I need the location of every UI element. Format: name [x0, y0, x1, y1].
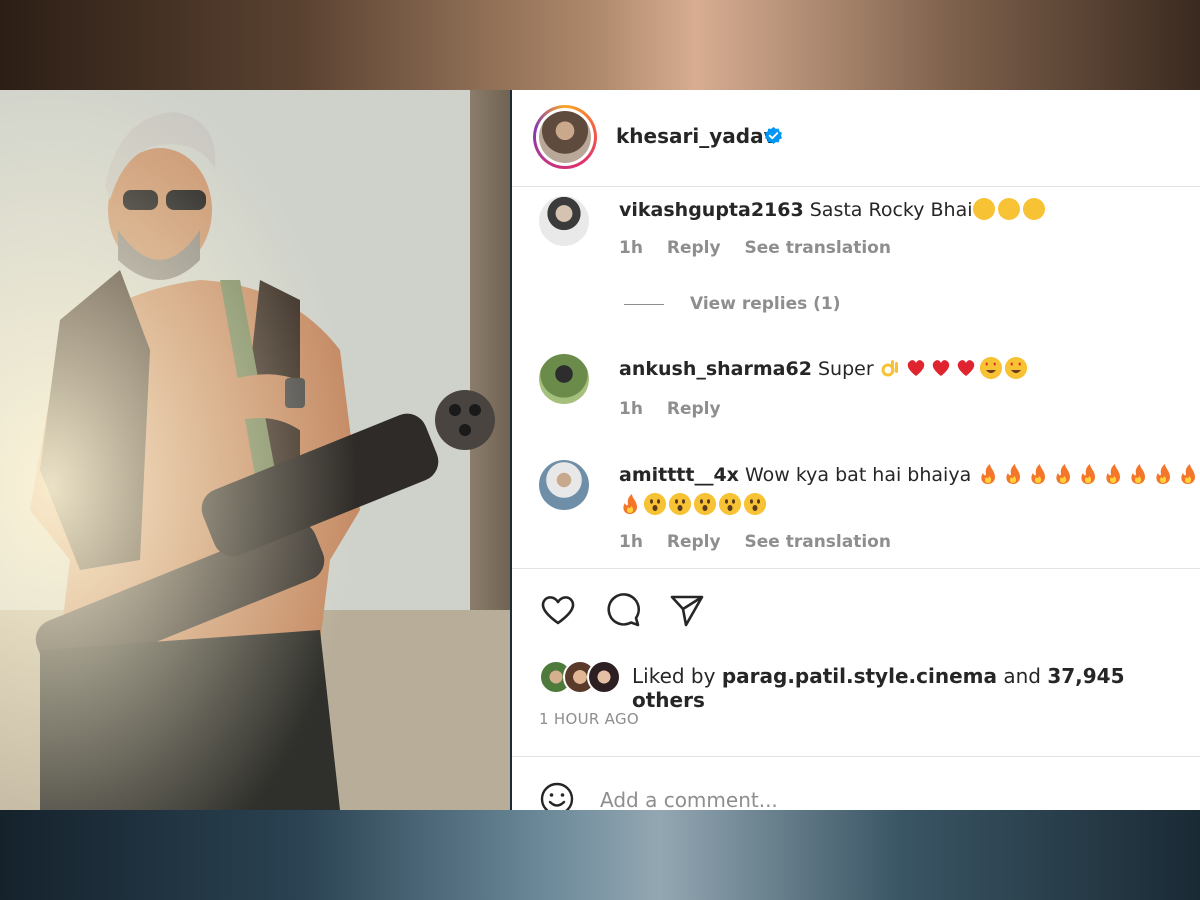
fire-emoji-icon — [1131, 464, 1146, 484]
comment-text: amitttt__4x Wow kya bat hai bhaiya — [619, 460, 1200, 490]
fire-emoji-icon — [1006, 464, 1021, 484]
comment-meta: 1h Reply — [619, 399, 739, 419]
comment-username[interactable]: ankush_sharma62 — [619, 358, 812, 380]
post-panel: khesari_yadav vikashgupta2163 Sasta Rock… — [512, 90, 1200, 810]
reply-button[interactable]: Reply — [667, 399, 721, 419]
fire-emoji-icon — [1056, 464, 1071, 484]
comment-time: 1h — [619, 532, 643, 552]
comment-meta: 1h Reply See translation — [619, 238, 909, 258]
post-photo-illustration — [0, 90, 510, 810]
liked-by-user[interactable]: parag.patil.style.cinema — [722, 664, 997, 688]
fire-emoji-icon — [981, 464, 996, 484]
laughing-emoji-icon — [1022, 198, 1045, 220]
fire-emoji-row — [977, 464, 1200, 486]
add-comment-row — [512, 756, 1200, 810]
liked-by-and: and — [1003, 664, 1041, 688]
comment-meta: 1h Reply See translation — [619, 532, 909, 552]
comment-body: Sasta Rocky Bhai — [809, 199, 973, 221]
comment-text: vikashgupta2163 Sasta Rocky Bhai — [619, 195, 1048, 225]
liked-by-avatars[interactable] — [539, 660, 625, 694]
smiley-face-icon[interactable] — [539, 781, 575, 810]
comment-username[interactable]: amitttt__4x — [619, 464, 739, 486]
wow-emoji-icon — [669, 493, 691, 515]
wow-emoji-icon — [744, 493, 766, 515]
comment-bubble-icon[interactable] — [603, 590, 643, 630]
wow-emoji-row — [644, 493, 769, 516]
heart-eyes-emoji-icon — [1004, 357, 1027, 379]
reply-button[interactable]: Reply — [667, 532, 721, 552]
heart-outline-icon[interactable] — [538, 590, 578, 630]
laughing-emoji-icon — [972, 198, 995, 220]
blurred-background-bottom — [0, 810, 1200, 900]
comment-body: Super — [817, 358, 874, 380]
send-paper-plane-icon[interactable] — [667, 590, 707, 630]
fire-emoji-icon — [1156, 464, 1171, 484]
wow-emoji-icon — [644, 493, 666, 515]
wow-emoji-icon — [719, 493, 741, 515]
post-username[interactable]: khesari_yadav — [616, 124, 777, 148]
blurred-background-top — [0, 0, 1200, 90]
profile-avatar[interactable] — [533, 105, 597, 169]
heart-emoji-icon — [957, 360, 974, 376]
see-translation-button[interactable]: See translation — [744, 532, 890, 552]
verified-badge-icon — [764, 126, 783, 145]
view-replies-button[interactable]: View replies (1) — [624, 294, 841, 314]
comment-body: Wow kya bat hai bhaiya — [744, 464, 972, 486]
comment-text-continued — [619, 490, 769, 520]
view-replies-label: View replies (1) — [690, 294, 841, 314]
commenter-avatar[interactable] — [539, 196, 589, 246]
fire-emoji-icon — [1081, 464, 1096, 484]
reply-button[interactable]: Reply — [667, 238, 721, 258]
post-photo[interactable] — [0, 90, 510, 810]
heart-emoji-icon — [907, 360, 924, 376]
post-timestamp[interactable]: 1 HOUR AGO — [539, 710, 639, 728]
fire-emoji-icon — [623, 494, 637, 514]
ok-hand-emoji-icon — [881, 360, 898, 377]
liker-avatar — [587, 660, 621, 694]
add-comment-input[interactable] — [600, 785, 1160, 810]
fire-emoji-icon — [1181, 464, 1196, 484]
liked-by-text: Liked by parag.patil.style.cinema and 37… — [632, 664, 1200, 712]
fire-emoji-row — [619, 494, 644, 516]
comment-text: ankush_sharma62 Super — [619, 354, 1030, 384]
liked-by-prefix: Liked by — [632, 664, 716, 688]
replies-divider — [624, 303, 664, 305]
laughing-emoji-icon — [997, 198, 1020, 220]
heart-emoji-icon — [932, 360, 949, 376]
fire-emoji-icon — [1031, 464, 1046, 484]
heart-eyes-emoji-icon — [979, 357, 1002, 379]
commenter-avatar[interactable] — [539, 354, 589, 404]
comment-time: 1h — [619, 399, 643, 419]
commenter-avatar[interactable] — [539, 460, 589, 510]
fire-emoji-icon — [1106, 464, 1121, 484]
post-header: khesari_yadav — [512, 90, 1200, 187]
see-translation-button[interactable]: See translation — [744, 238, 890, 258]
wow-emoji-icon — [694, 493, 716, 515]
comment-username[interactable]: vikashgupta2163 — [619, 199, 804, 221]
comment-time: 1h — [619, 238, 643, 258]
